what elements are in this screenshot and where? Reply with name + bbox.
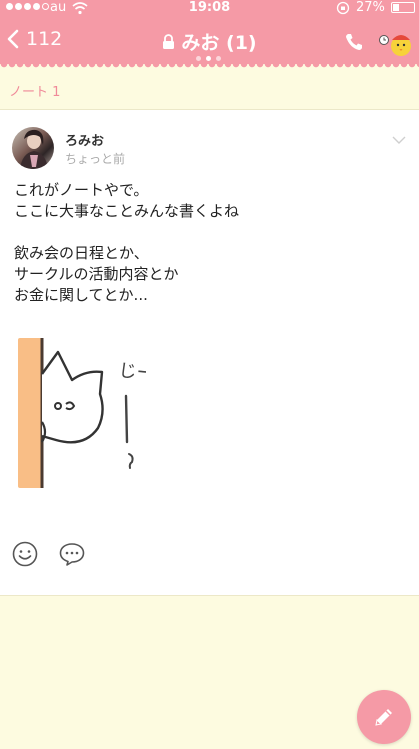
sticker-caption: じー!? — [117, 360, 146, 386]
battery-percent: 27% — [356, 0, 385, 15]
pencil-icon — [375, 709, 392, 726]
cat-sticker[interactable]: じー!? — [14, 332, 146, 492]
comment-icon[interactable] — [59, 542, 85, 566]
note-tab-label: ノート 1 — [9, 85, 61, 100]
post-author[interactable]: ろみお — [65, 130, 104, 149]
note-post[interactable]: ろみお ちょっと前 これがノートやで。 ここに大事なことみんな書くよね 飲み会の… — [0, 110, 419, 596]
smile-icon[interactable] — [12, 541, 38, 567]
page-dot-active — [206, 56, 211, 61]
phone-icon[interactable] — [344, 32, 364, 52]
page-dot — [196, 56, 201, 61]
mascot-icon[interactable] — [378, 30, 414, 58]
rotation-lock-icon — [336, 1, 350, 15]
compose-note-button[interactable] — [357, 690, 411, 744]
chat-title-text: みお (1) — [181, 32, 257, 54]
battery-icon — [391, 2, 415, 13]
page-indicator — [196, 56, 221, 61]
chevron-down-icon[interactable] — [392, 135, 406, 145]
avatar[interactable] — [12, 127, 54, 169]
status-bar: au 19:08 27% — [0, 0, 419, 16]
post-timestamp: ちょっと前 — [65, 152, 126, 166]
avatar-photo — [20, 129, 48, 169]
post-body: これがノートやで。 ここに大事なことみんな書くよね 飲み会の日程とか、 サークル… — [14, 181, 240, 304]
nav-bar: 112 みお (1) — [0, 22, 419, 64]
page-dot — [216, 56, 221, 61]
note-tab[interactable]: ノート 1 — [0, 70, 419, 110]
header: au 19:08 27% 112 みお (1) — [0, 0, 419, 64]
lock-icon — [163, 33, 175, 49]
